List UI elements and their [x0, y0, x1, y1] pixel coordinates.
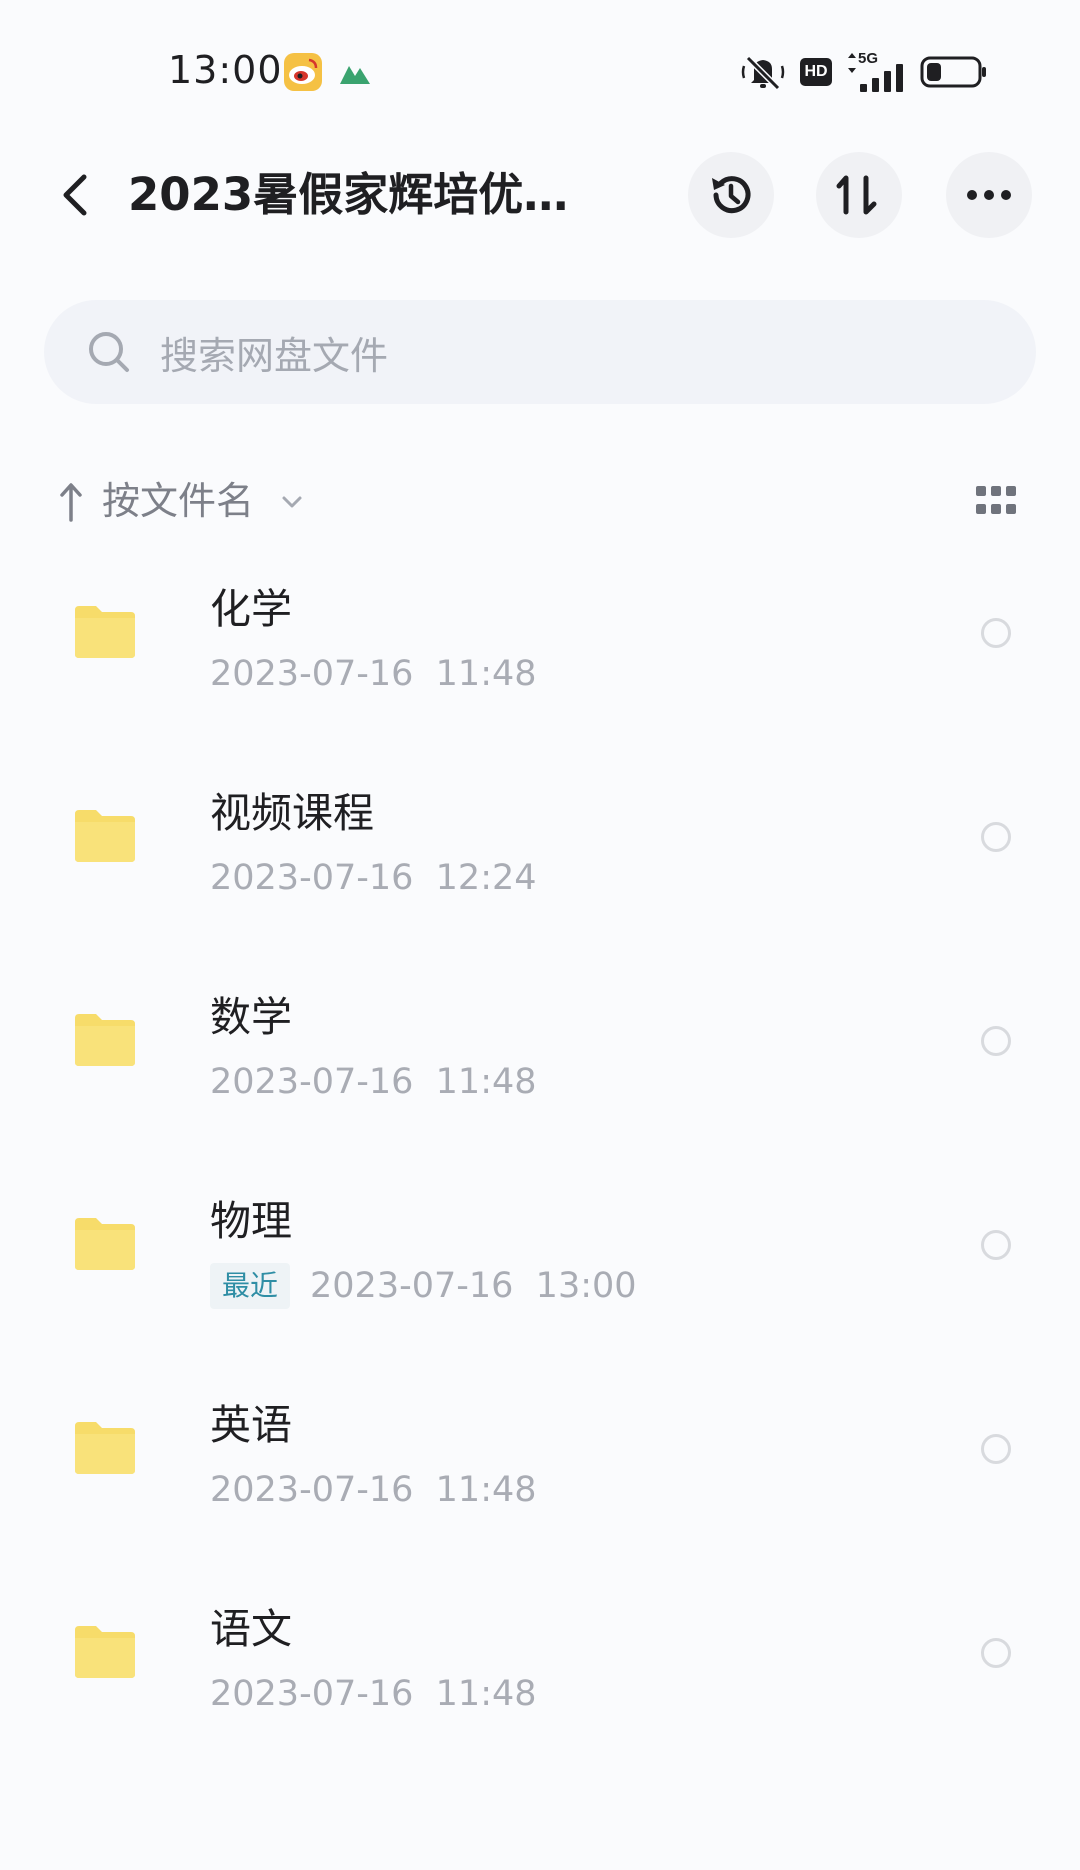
- sort-by-name-button[interactable]: 按文件名: [102, 476, 254, 526]
- file-meta: 2023-07-16 11:48: [210, 1464, 537, 1516]
- status-time: 13:00: [168, 48, 283, 92]
- recent-badge: 最近: [210, 1263, 291, 1309]
- history-icon: [712, 176, 751, 214]
- arrow-up-icon: [60, 483, 82, 522]
- more-icon: [967, 190, 1011, 200]
- list-item[interactable]: 视频课程 2023-07-16 12:24: [0, 764, 1080, 968]
- status-indicators: HD 5G: [740, 50, 988, 92]
- list-item[interactable]: 英语 2023-07-16 11:48: [0, 1376, 1080, 1580]
- grid-view-icon[interactable]: [976, 486, 1016, 516]
- folder-icon: [75, 606, 135, 658]
- weibo-icon: [284, 53, 322, 91]
- list-item[interactable]: 化学 2023-07-16 11:48: [0, 560, 1080, 764]
- search-input[interactable]: 搜索网盘文件: [44, 300, 1036, 404]
- file-date: 2023-07-16 11:48: [210, 1062, 537, 1102]
- status-bar: 13:00 HD 5G: [0, 0, 1080, 140]
- file-date: 2023-07-16 11:48: [210, 654, 537, 694]
- file-meta: 2023-07-16 11:48: [210, 1056, 537, 1108]
- file-date: 2023-07-16 12:24: [210, 858, 537, 898]
- chevron-left-icon: [63, 174, 87, 216]
- data-arrows-icon: [848, 53, 856, 73]
- select-radio[interactable]: [981, 822, 1011, 852]
- search-icon: [89, 332, 129, 372]
- page-title: 2023暑假家辉培优…: [128, 168, 569, 221]
- signal-icon: 5G: [846, 50, 906, 92]
- select-radio[interactable]: [981, 1026, 1011, 1056]
- file-name: 化学: [210, 585, 292, 633]
- folder-icon: [75, 1218, 135, 1270]
- list-item[interactable]: 数学 2023-07-16 11:48: [0, 968, 1080, 1172]
- list-item[interactable]: 物理 最近 2023-07-16 13:00: [0, 1172, 1080, 1376]
- file-meta: 2023-07-16 12:24: [210, 852, 537, 904]
- list-item[interactable]: 语文 2023-07-16 11:48: [0, 1580, 1080, 1784]
- sort-button[interactable]: [816, 152, 902, 238]
- history-button[interactable]: [688, 152, 774, 238]
- select-radio[interactable]: [981, 1434, 1011, 1464]
- file-name: 语文: [210, 1605, 292, 1653]
- file-meta: 2023-07-16 11:48: [210, 1668, 537, 1720]
- back-button[interactable]: [44, 165, 104, 225]
- signal-bars-icon: [860, 64, 903, 92]
- hd-badge: HD: [800, 58, 832, 86]
- file-date: 2023-07-16 11:48: [210, 1674, 537, 1714]
- more-button[interactable]: [946, 152, 1032, 238]
- folder-icon: [75, 810, 135, 862]
- file-name: 英语: [210, 1401, 292, 1449]
- file-name: 视频课程: [210, 789, 374, 837]
- file-name: 数学: [210, 993, 292, 1041]
- sort-icon: [836, 175, 877, 215]
- header: 2023暑假家辉培优…: [0, 140, 1080, 250]
- battery-icon: [920, 56, 986, 88]
- folder-icon: [75, 1014, 135, 1066]
- mute-icon: [741, 55, 785, 91]
- select-radio[interactable]: [981, 1638, 1011, 1668]
- sort-row: 按文件名: [0, 462, 1080, 542]
- file-meta: 2023-07-16 11:48: [210, 648, 537, 700]
- chevron-down-icon[interactable]: [280, 492, 304, 512]
- select-radio[interactable]: [981, 1230, 1011, 1260]
- search-placeholder: 搜索网盘文件: [160, 333, 389, 378]
- folder-icon: [75, 1626, 135, 1678]
- select-radio[interactable]: [981, 618, 1011, 648]
- file-name: 物理: [210, 1197, 292, 1245]
- mountain-icon: [340, 66, 370, 84]
- file-date: 2023-07-16 13:00: [310, 1266, 637, 1306]
- file-date: 2023-07-16 11:48: [210, 1470, 537, 1510]
- file-meta: 最近 2023-07-16 13:00: [210, 1260, 637, 1312]
- folder-icon: [75, 1422, 135, 1474]
